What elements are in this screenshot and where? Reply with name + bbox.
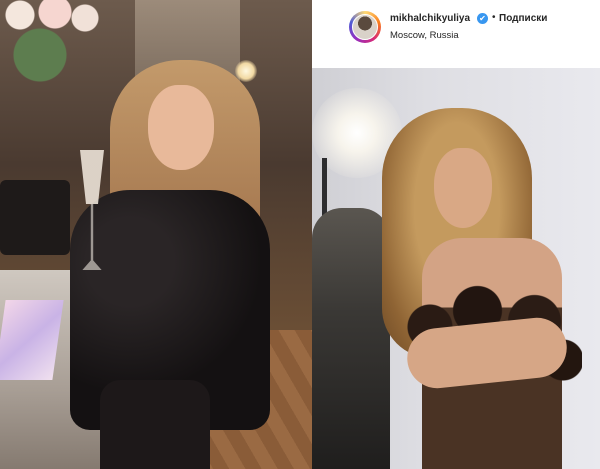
woman-legs: [100, 380, 210, 469]
left-photo: [0, 0, 312, 469]
woman-face: [148, 85, 214, 170]
separator-dot: •: [492, 12, 496, 23]
photographer: [312, 208, 390, 469]
avatar[interactable]: [352, 14, 378, 40]
rose-bouquet: [0, 0, 100, 130]
username-link[interactable]: mikhalchikyuliya: [390, 13, 470, 24]
handbag: [0, 180, 70, 255]
woman-face: [434, 148, 492, 228]
right-photo: [312, 68, 600, 469]
verified-badge-icon: ✔: [477, 13, 488, 24]
location-link[interactable]: Moscow, Russia: [390, 30, 459, 41]
following-button[interactable]: Подписки: [499, 13, 547, 24]
